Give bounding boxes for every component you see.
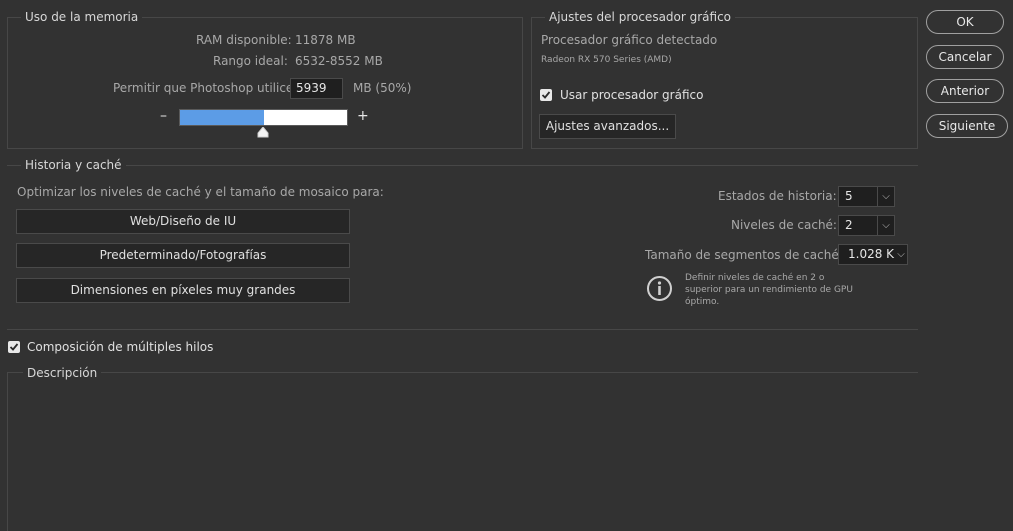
cache-info-text-line-1: Definir niveles de caché en 2 o [685, 273, 825, 283]
use-gpu-checkbox[interactable] [540, 89, 552, 101]
description-left-line [7, 372, 8, 531]
gpu-panel-legend: Ajustes del procesador gráfico [545, 10, 736, 24]
check-icon [541, 91, 551, 99]
memory-slider-track[interactable] [179, 109, 348, 126]
memory-panel-legend: Uso de la memoria [21, 10, 143, 24]
previous-button[interactable]: Anterior [926, 79, 1004, 103]
use-gpu-label[interactable]: Usar procesador gráfico [560, 88, 703, 102]
history-states-select[interactable]: 5 ⌵ [838, 186, 895, 207]
cache-tile-size-label: Tamaño de segmentos de caché: [645, 248, 843, 262]
cache-section-top-line [7, 165, 918, 166]
gpu-detected-name: Radeon RX 570 Series (AMD) [541, 55, 672, 65]
memory-unit-label: MB (50%) [353, 81, 412, 95]
advanced-settings-button[interactable]: Ajustes avanzados... [539, 114, 676, 139]
cache-levels-label: Niveles de caché: [731, 218, 837, 232]
memory-slider-fill [180, 110, 264, 125]
cancel-button[interactable]: Cancelar [926, 45, 1004, 69]
chevron-down-icon: ⌵ [877, 216, 894, 235]
chevron-down-icon: ⌵ [877, 187, 894, 206]
ideal-range-label: Rango ideal: [213, 54, 288, 68]
cache-info-text-line-3: óptimo. [685, 297, 720, 307]
chevron-down-icon: ⌵ [897, 249, 905, 260]
cache-tile-size-select[interactable]: 1.028 K ⌵ [838, 244, 908, 265]
memory-decrease-button[interactable]: – [160, 108, 167, 124]
cache-levels-select[interactable]: 2 ⌵ [838, 215, 895, 236]
gpu-detected-label: Procesador gráfico detectado [541, 33, 718, 47]
description-top-line [7, 372, 918, 373]
memory-increase-button[interactable]: + [357, 108, 369, 124]
next-button[interactable]: Siguiente [926, 114, 1008, 138]
cache-tile-size-value: 1.028 K [848, 247, 895, 261]
preset-web-ui-button[interactable]: Web/Diseño de IU [16, 209, 350, 234]
ram-label: RAM disponible: [196, 33, 292, 47]
memory-amount-input[interactable]: 5939 [290, 78, 343, 99]
preset-photos-button[interactable]: Predeterminado/Fotografías [16, 243, 350, 268]
multithread-label[interactable]: Composición de múltiples hilos [27, 340, 213, 354]
cache-levels-value: 2 [845, 218, 853, 232]
multithread-checkbox[interactable] [8, 341, 20, 353]
info-icon [646, 275, 673, 305]
check-icon [9, 343, 19, 351]
ok-button[interactable]: OK [926, 10, 1004, 34]
cache-info-text-line-2: superior para un rendimiento de GPU [685, 285, 853, 295]
description-legend: Descripción [23, 366, 102, 380]
ideal-range-value: 6532-8552 MB [295, 54, 383, 68]
cache-section-bottom-line [7, 329, 918, 330]
allow-memory-label: Permitir que Photoshop utilice: [113, 81, 298, 95]
preset-huge-pixels-button[interactable]: Dimensiones en píxeles muy grandes [16, 278, 350, 303]
history-states-label: Estados de historia: [718, 189, 837, 203]
cache-panel-legend: Historia y caché [21, 158, 126, 172]
ram-value: 11878 MB [295, 33, 356, 47]
optimize-cache-label: Optimizar los niveles de caché y el tama… [17, 185, 384, 199]
history-states-value: 5 [845, 189, 853, 203]
